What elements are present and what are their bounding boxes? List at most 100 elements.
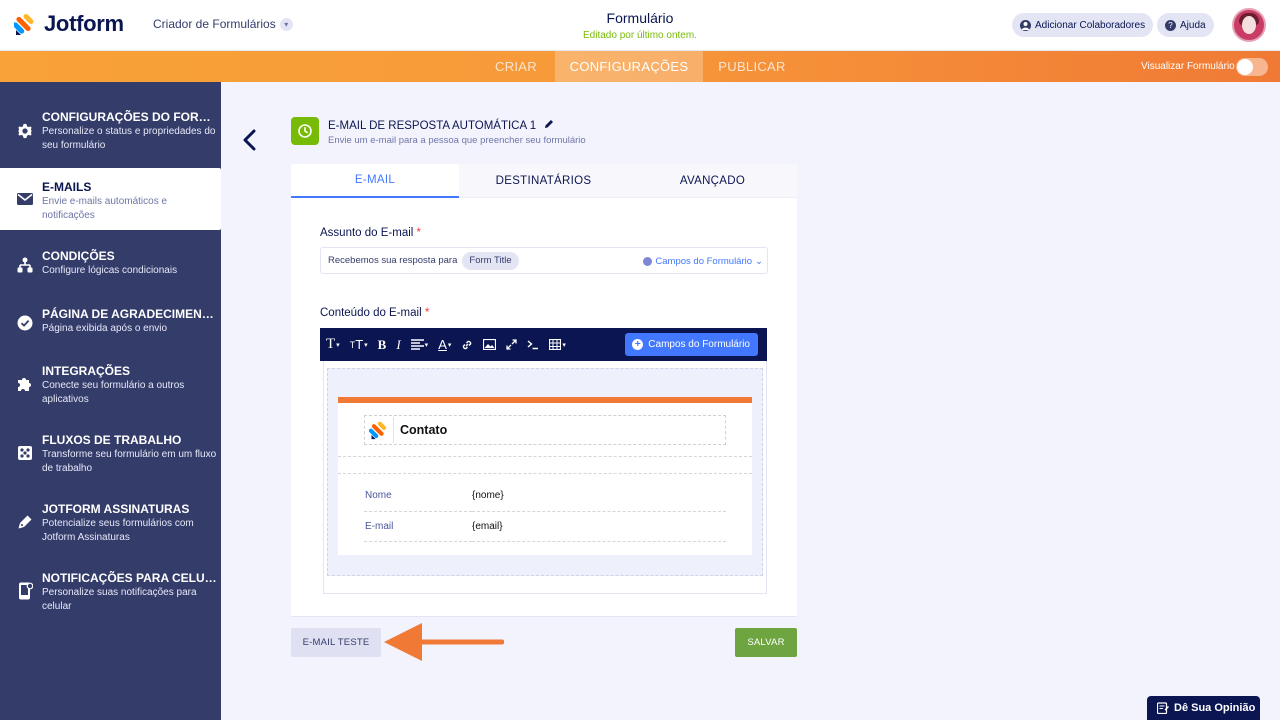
subject-label: Assunto do E-mail * [320,227,422,239]
user-avatar[interactable] [1232,8,1266,42]
subject-text: Recebemos sua resposta para [328,255,458,266]
sidebar-item-thank-you-page[interactable]: PÁGINA DE AGRADECIMENTO Página exibida a… [0,307,221,347]
form-title-tag[interactable]: Form Title [462,251,519,270]
check-circle-icon [17,315,33,331]
sidebar-item-desc: Personalize o status e propriedades do s… [42,126,216,151]
sidebar-item-desc: Personalize suas notificações para celul… [42,587,197,612]
preview-form-toggle[interactable] [1236,58,1268,76]
edit-pencil-icon[interactable] [544,119,554,132]
email-subtitle: Envie um e-mail para a pessoa que preenc… [328,135,586,146]
table-row: Nome {nome} [364,481,726,512]
main-nav: CRIAR CONFIGURAÇÕES PUBLICAR Visualizar … [0,51,1280,82]
editor-toolbar: T ▾ T T ▾ B I ▾ A ▾ ▾ + Campos do Formulário [320,328,767,361]
table-row: E-mail {email} [364,511,726,542]
sidebar-item-desc: Página exibida após o envio [42,323,168,334]
sidebar-item-jotform-sign[interactable]: JOTFORM ASSINATURAS Potencialize seus fo… [0,502,221,558]
link-icon[interactable] [461,328,473,361]
sidebar-item-title: NOTIFICAÇÕES PARA CELULAR [42,571,218,585]
sidebar-item-mobile-notifications[interactable]: NOTIFICAÇÕES PARA CELULAR Personalize su… [0,571,221,627]
tab-configuracoes[interactable]: CONFIGURAÇÕES [555,51,703,82]
sidebar-item-workflows[interactable]: FLUXOS DE TRABALHO Transforme seu formul… [0,433,221,489]
content-label: Conteúdo do E-mail * [320,307,430,319]
jotform-logo-icon [369,421,387,440]
font-size-icon[interactable]: T T ▾ [350,328,368,361]
text-color-icon[interactable]: A ▾ [438,328,451,361]
email-canvas: Contato Nome {nome} E-mail {email} [327,368,763,576]
email-preview: Contato Nome {nome} E-mail {email} [338,397,752,555]
sidebar-item-title: CONFIGURAÇÕES DO FORMULÁRIO [42,110,218,124]
sidebar-item-emails[interactable]: E-MAILS Envie e-mails automáticos e noti… [0,168,221,230]
tab-criar[interactable]: CRIAR [478,51,554,82]
arrow-pointer-icon [384,623,504,661]
gear-icon [17,123,33,139]
pen-icon [17,514,33,530]
bold-icon[interactable]: B [378,328,387,361]
email-settings-card: E-MAIL DESTINATÁRIOS AVANÇADO Assunto do… [291,164,797,617]
field-value: {email} [472,511,726,542]
sidebar-item-title: E-MAILS [42,180,92,194]
envelope-icon [17,191,33,207]
sidebar-item-desc: Configure lógicas condicionais [42,265,178,276]
feedback-label: Dê Sua Opinião [1174,702,1256,714]
help-button[interactable]: ? Ajuda [1157,13,1214,37]
tab-email[interactable]: E-MAIL [291,164,459,198]
email-header-block[interactable]: Contato [364,415,726,445]
sidebar-item-desc: Transforme seu formulário em um fluxo de… [42,449,217,474]
email-content-editor[interactable]: Contato Nome {nome} E-mail {email} [323,361,767,594]
align-icon[interactable]: ▾ [410,328,428,361]
feedback-button[interactable]: Dê Sua Opinião [1147,696,1260,720]
font-family-icon[interactable]: T ▾ [326,328,340,361]
feedback-icon [1157,702,1169,714]
plus-icon: + [632,339,644,350]
chevron-down-icon: ⌄ [755,256,763,267]
field-label: E-mail [364,511,472,542]
field-label: Nome [364,481,472,512]
tab-recipients[interactable]: DESTINATÁRIOS [459,164,628,198]
sidebar-item-title: INTEGRAÇÕES [42,364,131,378]
test-email-button[interactable]: E-MAIL TESTE [291,628,381,657]
help-label: Ajuda [1180,19,1206,31]
sidebar-item-title: FLUXOS DE TRABALHO [42,433,182,447]
sidebar-item-desc: Envie e-mails automáticos e notificações [42,196,168,221]
preview-form-label: Visualizar Formulário [1141,61,1235,72]
insert-form-fields-button[interactable]: + Campos do Formulário [625,333,758,356]
tab-advanced[interactable]: AVANÇADO [628,164,797,198]
hierarchy-icon [17,257,33,273]
sidebar-item-desc: Potencialize seus formulários com Jotfor… [42,518,194,543]
sidebar-item-title: CONDIÇÕES [42,249,115,263]
form-fields-icon [643,257,653,266]
fullscreen-icon[interactable] [506,328,518,361]
sidebar-item-desc: Conecte seu formulário a outros aplicati… [42,380,185,405]
sidebar-item-conditions[interactable]: CONDIÇÕES Configure lógicas condicionais [0,249,221,289]
user-icon [1020,19,1031,31]
table-icon[interactable]: ▾ [549,328,566,361]
workflow-icon [17,445,33,461]
required-mark: * [424,307,430,319]
subject-input[interactable]: Recebemos sua resposta para Form Title C… [320,247,768,274]
puzzle-icon [17,376,33,392]
settings-sidebar: CONFIGURAÇÕES DO FORMULÁRIO Personalize … [0,82,221,720]
sidebar-item-title: PÁGINA DE AGRADECIMENTO [42,307,218,321]
field-value: {nome} [472,481,726,512]
mobile-icon [17,582,33,600]
question-icon: ? [1165,19,1176,31]
italic-icon[interactable]: I [396,328,400,361]
email-title: E-MAIL DE RESPOSTA AUTOMÁTICA 1 [328,119,554,132]
tab-publicar[interactable]: PUBLICAR [704,51,800,82]
sidebar-item-form-settings[interactable]: CONFIGURAÇÕES DO FORMULÁRIO Personalize … [0,110,221,170]
email-heading: Contato [400,423,448,437]
sidebar-item-integrations[interactable]: INTEGRAÇÕES Conecte seu formulário a out… [0,364,221,420]
back-button[interactable] [240,128,260,152]
chevron-left-icon [243,129,256,151]
email-tabs: E-MAIL DESTINATÁRIOS AVANÇADO [291,164,797,198]
form-fields-label: Campos do Formulário [655,256,753,267]
form-fields-dropdown[interactable]: Campos do Formulário ⌄ [643,256,763,267]
image-icon[interactable] [483,328,497,361]
code-icon[interactable] [527,328,539,361]
add-collaborators-button[interactable]: Adicionar Colaboradores [1012,13,1154,37]
insert-form-fields-label: Campos do Formulário [648,339,750,350]
save-button[interactable]: SALVAR [735,628,797,657]
add-collaborators-label: Adicionar Colaboradores [1035,19,1146,31]
email-fields-table: Nome {nome} E-mail {email} [364,481,726,542]
email-title-text: E-MAIL DE RESPOSTA AUTOMÁTICA 1 [328,119,537,132]
